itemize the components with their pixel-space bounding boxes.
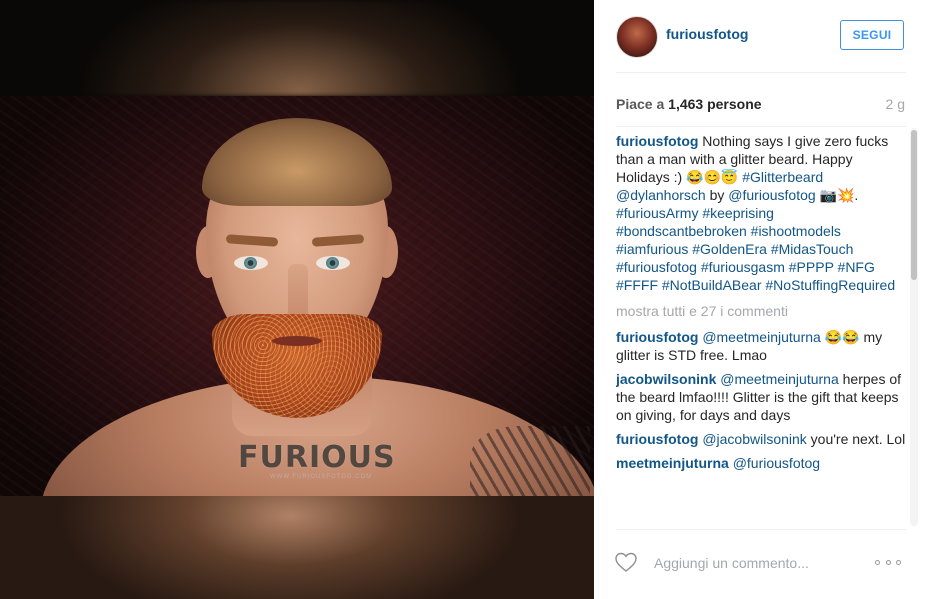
scrollbar-thumb[interactable] [911, 130, 917, 280]
post-time-ago[interactable]: 2 g [886, 96, 905, 112]
likes-prefix: Piace a [616, 96, 669, 112]
caption-mention[interactable]: @furiousfotog [728, 187, 815, 203]
divider [616, 529, 906, 530]
comments-list[interactable]: furiousfotog Nothing says I give zero fu… [616, 132, 906, 527]
post-header: furiousfotog SEGUI [594, 0, 929, 72]
header-username[interactable]: furiousfotog [666, 26, 748, 42]
post-photo[interactable]: FURIOUS WWW.FURIOUSFOTOG.COM [0, 96, 594, 496]
post-media[interactable]: FURIOUS WWW.FURIOUSFOTOG.COM [0, 0, 594, 599]
blurred-backdrop-bottom [0, 496, 594, 599]
comment-item: jacobwilsonink @meetmeinjuturna herpes o… [616, 370, 906, 424]
avatar[interactable] [616, 16, 658, 58]
post-sidebar: furiousfotog SEGUI Piace a 1,463 persone… [594, 0, 929, 599]
comment-mention[interactable]: @furiousfotog [733, 455, 820, 471]
caption-username[interactable]: furiousfotog [616, 133, 698, 149]
likes-number: 1,463 [668, 96, 704, 112]
more-options-icon[interactable] [875, 553, 901, 571]
divider [616, 126, 906, 127]
dot [885, 559, 891, 565]
comments-scrollbar[interactable] [910, 128, 918, 526]
caption: furiousfotog Nothing says I give zero fu… [616, 132, 906, 294]
shoulder-tattoo [470, 426, 590, 496]
add-comment-input[interactable] [654, 552, 854, 574]
model-eye-left [234, 256, 268, 270]
comment-text: you're next. Lol [806, 431, 906, 447]
comment-username[interactable]: meetmeinjuturna [616, 455, 729, 471]
heart-outline-icon[interactable] [614, 550, 638, 574]
blurred-backdrop-top [0, 0, 594, 96]
comment-item: meetmeinjuturna @furiousfotog [616, 454, 906, 472]
post-viewer: FURIOUS WWW.FURIOUSFOTOG.COM furiousfoto… [0, 0, 929, 599]
divider [616, 72, 906, 73]
caption-text-emoji: 📷💥. [815, 187, 859, 203]
comment-mention[interactable]: @meetmeinjuturna [720, 371, 839, 387]
photo-watermark-url: WWW.FURIOUSFOTOG.COM [270, 474, 373, 480]
likes-count[interactable]: Piace a 1,463 persone [616, 96, 762, 112]
caption-text-by: by [705, 187, 729, 203]
comment-mention[interactable]: @jacobwilsonink [702, 431, 806, 447]
follow-button[interactable]: SEGUI [840, 20, 904, 50]
model-mouth [272, 336, 322, 346]
model-eye-right [316, 256, 350, 270]
comment-mention[interactable]: @meetmeinjuturna [702, 329, 821, 345]
comment-username[interactable]: furiousfotog [616, 431, 698, 447]
comment-username[interactable]: jacobwilsonink [616, 371, 716, 387]
comment-item: furiousfotog @meetmeinjuturna 😂😂 my glit… [616, 328, 906, 364]
dot [896, 559, 901, 565]
caption-hashtag[interactable]: #Glitterbeard [742, 169, 823, 185]
caption-hashtags[interactable]: #furiousArmy #keeprising #bondscantbebro… [616, 205, 895, 293]
dot [875, 559, 880, 565]
comment-username[interactable]: furiousfotog [616, 329, 698, 345]
comment-item: furiousfotog @jacobwilsonink you're next… [616, 430, 906, 448]
likes-suffix: persone [703, 96, 762, 112]
photo-watermark: FURIOUS [238, 440, 396, 475]
show-all-comments-link[interactable]: mostra tutti e 27 i commenti [616, 302, 906, 320]
caption-mention[interactable]: @dylanhorsch [616, 187, 706, 203]
